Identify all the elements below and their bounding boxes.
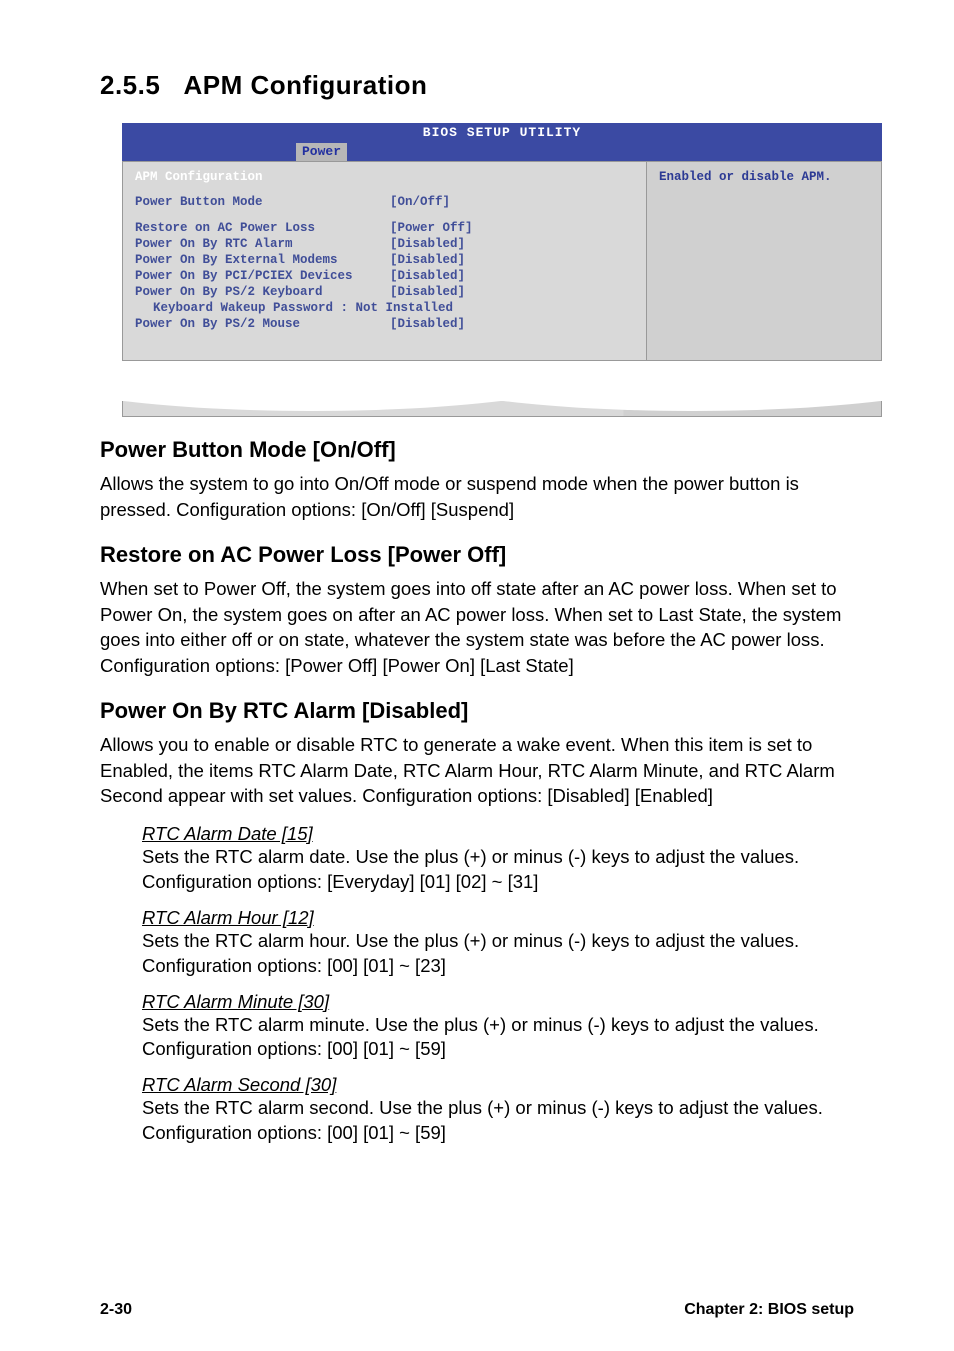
bios-row-value: [On/Off] xyxy=(390,194,450,210)
bios-torn-edge xyxy=(122,401,882,417)
page-footer: 2-30 Chapter 2: BIOS setup xyxy=(100,1301,854,1319)
section-heading: 2.5.5 APM Configuration xyxy=(100,70,854,101)
bios-row-label: Restore on AC Power Loss xyxy=(135,220,390,236)
item-body: When set to Power Off, the system goes i… xyxy=(100,576,854,678)
page-number: 2-30 xyxy=(100,1301,132,1319)
bios-row-label: Power On By PS/2 Keyboard xyxy=(135,284,390,300)
bios-row-label: Power On By RTC Alarm xyxy=(135,236,390,252)
sub-item-title: RTC Alarm Hour [12] xyxy=(142,907,854,929)
sub-item: RTC Alarm Second [30] Sets the RTC alarm… xyxy=(142,1074,854,1146)
bios-row-label: Keyboard Wakeup Password : Not Installed xyxy=(135,300,634,316)
section-number: 2.5.5 xyxy=(100,70,160,100)
bios-panel-header: APM Configuration xyxy=(135,170,634,184)
bios-row: Keyboard Wakeup Password : Not Installed xyxy=(135,300,634,316)
bios-help-text: Enabled or disable APM. xyxy=(659,170,832,184)
sub-item-title: RTC Alarm Minute [30] xyxy=(142,991,854,1013)
sub-item: RTC Alarm Minute [30] Sets the RTC alarm… xyxy=(142,991,854,1063)
bios-row-label: Power On By PCI/PCIEX Devices xyxy=(135,268,390,284)
sub-item-body: Sets the RTC alarm minute. Use the plus … xyxy=(142,1013,854,1063)
bios-row-value: [Disabled] xyxy=(390,268,465,284)
chapter-label: Chapter 2: BIOS setup xyxy=(684,1301,854,1319)
sub-item-body: Sets the RTC alarm hour. Use the plus (+… xyxy=(142,929,854,979)
bios-row-value: [Disabled] xyxy=(390,252,465,268)
bios-row: Power On By PCI/PCIEX Devices [Disabled] xyxy=(135,268,634,284)
bios-row-value: [Disabled] xyxy=(390,236,465,252)
bios-row-value: [Disabled] xyxy=(390,284,465,300)
section-title-text: APM Configuration xyxy=(184,70,428,100)
bios-content: APM Configuration Power Button Mode [On/… xyxy=(122,161,882,361)
sub-item-title: RTC Alarm Date [15] xyxy=(142,823,854,845)
sub-item-body: Sets the RTC alarm date. Use the plus (+… xyxy=(142,845,854,895)
bios-row: Power On By RTC Alarm [Disabled] xyxy=(135,236,634,252)
bios-title-bar: BIOS SETUP UTILITY xyxy=(122,123,882,143)
bios-row: Power Button Mode [On/Off] xyxy=(135,194,634,210)
bios-screenshot: BIOS SETUP UTILITY Power APM Configurati… xyxy=(122,123,882,361)
bios-help-pane: Enabled or disable APM. xyxy=(646,162,881,360)
bios-left-pane: APM Configuration Power Button Mode [On/… xyxy=(123,162,646,360)
item-heading: Power Button Mode [On/Off] xyxy=(100,437,854,463)
item-body: Allows you to enable or disable RTC to g… xyxy=(100,732,854,809)
bios-row: Restore on AC Power Loss [Power Off] xyxy=(135,220,634,236)
sub-item-body: Sets the RTC alarm second. Use the plus … xyxy=(142,1096,854,1146)
bios-title: BIOS SETUP UTILITY xyxy=(423,125,581,140)
bios-tab-row: Power xyxy=(122,143,882,161)
bios-row: Power On By PS/2 Keyboard [Disabled] xyxy=(135,284,634,300)
sub-item-title: RTC Alarm Second [30] xyxy=(142,1074,854,1096)
bios-row-value: [Power Off] xyxy=(390,220,473,236)
bios-row: Power On By PS/2 Mouse [Disabled] xyxy=(135,316,634,332)
bios-active-tab: Power xyxy=(296,143,347,161)
item-heading: Power On By RTC Alarm [Disabled] xyxy=(100,698,854,724)
bios-row-value: [Disabled] xyxy=(390,316,465,332)
bios-row-label: Power Button Mode xyxy=(135,194,390,210)
sub-item: RTC Alarm Hour [12] Sets the RTC alarm h… xyxy=(142,907,854,979)
item-body: Allows the system to go into On/Off mode… xyxy=(100,471,854,522)
bios-row: Power On By External Modems [Disabled] xyxy=(135,252,634,268)
bios-row-label: Power On By PS/2 Mouse xyxy=(135,316,390,332)
sub-item: RTC Alarm Date [15] Sets the RTC alarm d… xyxy=(142,823,854,895)
item-heading: Restore on AC Power Loss [Power Off] xyxy=(100,542,854,568)
bios-row-label: Power On By External Modems xyxy=(135,252,390,268)
